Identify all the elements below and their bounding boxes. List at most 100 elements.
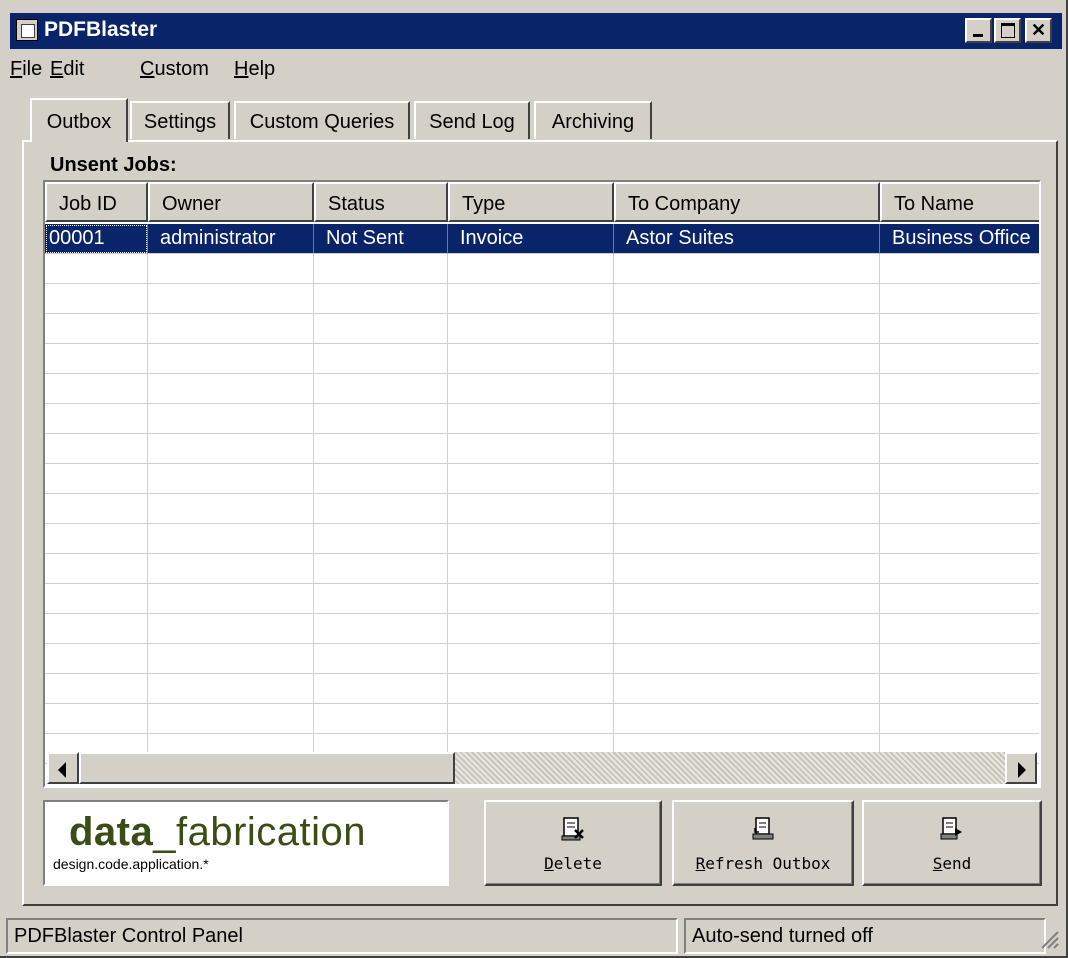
empty-cell <box>314 614 448 644</box>
empty-cell <box>614 374 880 404</box>
delete-button[interactable]: Delete <box>484 800 662 886</box>
scroll-left-arrow-icon[interactable] <box>47 752 79 784</box>
table-row[interactable]: 00001 administrator Not Sent Invoice Ast… <box>45 224 1039 254</box>
menu-file[interactable]: File <box>10 58 42 81</box>
scroll-right-arrow-icon[interactable] <box>1005 752 1037 784</box>
tab-custom-queries[interactable]: Custom Queries <box>234 101 410 139</box>
empty-row <box>45 464 1039 494</box>
menu-custom[interactable]: Custom <box>140 58 209 81</box>
empty-row <box>45 254 1039 284</box>
empty-cell <box>45 284 148 314</box>
empty-cell <box>448 584 614 614</box>
data-fabrication-logo: data_fabrication design.code.application… <box>43 800 449 886</box>
empty-cell <box>614 584 880 614</box>
empty-cell <box>614 644 880 674</box>
empty-cell <box>45 524 148 554</box>
empty-cell <box>45 584 148 614</box>
cell-status: Not Sent <box>314 224 448 254</box>
empty-cell <box>45 314 148 344</box>
empty-cell <box>880 404 1039 434</box>
column-header-to-company[interactable]: To Company <box>614 182 880 222</box>
empty-cell <box>614 614 880 644</box>
empty-cell <box>448 434 614 464</box>
empty-cell <box>314 584 448 614</box>
empty-cell <box>614 404 880 434</box>
column-header-type[interactable]: Type <box>448 182 614 222</box>
tab-send-log[interactable]: Send Log <box>414 101 530 139</box>
empty-cell <box>45 554 148 584</box>
empty-cell <box>614 284 880 314</box>
empty-row <box>45 284 1039 314</box>
empty-cell <box>314 464 448 494</box>
close-button[interactable]: ✕ <box>1025 18 1052 43</box>
empty-cell <box>148 644 314 674</box>
tab-archiving[interactable]: Archiving <box>534 101 652 139</box>
empty-cell <box>148 494 314 524</box>
scrollbar-thumb[interactable] <box>79 752 455 784</box>
maximize-button[interactable] <box>994 18 1021 43</box>
empty-cell <box>314 374 448 404</box>
status-bar-left: PDFBlaster Control Panel <box>6 918 678 954</box>
send-button[interactable]: Send <box>862 800 1042 886</box>
empty-cell <box>314 674 448 704</box>
menu-help[interactable]: Help <box>234 58 275 81</box>
column-header-owner[interactable]: Owner <box>148 182 314 222</box>
empty-cell <box>880 704 1039 734</box>
empty-cell <box>880 584 1039 614</box>
menu-edit[interactable]: Edit <box>50 58 84 81</box>
empty-row <box>45 554 1039 584</box>
resize-grip-icon[interactable] <box>1036 926 1060 950</box>
empty-cell <box>614 344 880 374</box>
empty-row <box>45 524 1039 554</box>
empty-row <box>45 494 1039 524</box>
empty-cell <box>448 614 614 644</box>
minimize-button[interactable] <box>965 18 992 43</box>
empty-cell <box>314 404 448 434</box>
empty-cell <box>880 254 1039 284</box>
empty-cell <box>148 284 314 314</box>
empty-cell <box>148 614 314 644</box>
empty-cell <box>614 494 880 524</box>
empty-cell <box>314 704 448 734</box>
delete-document-icon <box>561 817 584 841</box>
refresh-outbox-button[interactable]: Refresh Outbox <box>672 800 854 886</box>
status-bar-right: Auto-send turned off <box>684 918 1046 954</box>
empty-cell <box>880 674 1039 704</box>
unsent-jobs-grid[interactable]: Job ID Owner Status Type To Company To N… <box>43 180 1041 788</box>
empty-cell <box>148 674 314 704</box>
empty-cell <box>614 524 880 554</box>
empty-cell <box>880 464 1039 494</box>
empty-cell <box>448 464 614 494</box>
column-header-to-name[interactable]: To Name <box>880 182 1039 222</box>
cell-owner: administrator <box>148 224 314 254</box>
column-header-job-id[interactable]: Job ID <box>45 182 148 222</box>
empty-cell <box>148 554 314 584</box>
empty-cell <box>148 374 314 404</box>
empty-cell <box>448 704 614 734</box>
empty-cell <box>148 584 314 614</box>
empty-cell <box>45 434 148 464</box>
empty-cell <box>614 254 880 284</box>
empty-cell <box>880 284 1039 314</box>
empty-cell <box>148 344 314 374</box>
tab-outbox[interactable]: Outbox <box>30 98 128 142</box>
empty-row <box>45 374 1039 404</box>
cell-job-id: 00001 <box>45 224 148 254</box>
empty-row <box>45 704 1039 734</box>
empty-row <box>45 404 1039 434</box>
empty-cell <box>314 344 448 374</box>
column-header-status[interactable]: Status <box>314 182 448 222</box>
empty-row <box>45 314 1039 344</box>
refresh-documents-icon <box>752 817 774 840</box>
app-icon[interactable] <box>16 19 38 41</box>
empty-cell <box>45 374 148 404</box>
empty-cell <box>880 554 1039 584</box>
title-bar[interactable]: PDFBlaster ✕ <box>10 13 1062 49</box>
cell-type: Invoice <box>448 224 614 254</box>
empty-cell <box>880 524 1039 554</box>
tab-settings[interactable]: Settings <box>130 101 230 139</box>
empty-cell <box>614 704 880 734</box>
horizontal-scrollbar[interactable] <box>47 752 1037 784</box>
empty-cell <box>314 254 448 284</box>
empty-cell <box>314 524 448 554</box>
